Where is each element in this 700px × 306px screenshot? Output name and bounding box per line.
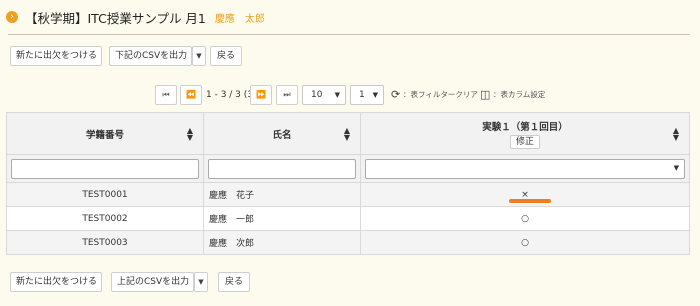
page-header: › 【秋学期】ITC授業サンプル 月1 慶應 太郎 xyxy=(6,8,265,26)
caret-down-icon: ▼ xyxy=(334,91,340,99)
column-title: 実験１（第１回目） xyxy=(482,121,568,133)
export-csv-dropdown[interactable]: ▼ xyxy=(194,272,208,292)
student-name-cell: 慶應 一郎 xyxy=(203,206,361,231)
caret-down-icon: ▼ xyxy=(198,278,204,286)
first-page-icon: ⏮ xyxy=(162,90,170,99)
column-settings-label[interactable]: ：表カラム設定 xyxy=(493,85,545,105)
table-row: TEST0002 慶應 一郎 ○ xyxy=(6,206,690,231)
student-name-cell: 慶應 次郎 xyxy=(203,230,361,255)
filter-clear-label[interactable]: ：表フィルタークリア xyxy=(403,85,478,105)
highlight-underline xyxy=(509,199,551,203)
column-title: 学籍番号 xyxy=(85,129,124,141)
experiment-filter-select[interactable]: ▼ xyxy=(365,158,685,179)
caret-down-icon: ▼ xyxy=(196,52,202,60)
column-header-experiment[interactable]: 実験１（第１回目） 修正 ▲ ▼ xyxy=(360,112,690,155)
student-id-cell: TEST0003 xyxy=(6,230,204,255)
add-attendance-button[interactable]: 新たに出欠をつける xyxy=(10,272,102,292)
pager-range: 1 - 3 / 3 (3) xyxy=(206,90,257,100)
page-title: 【秋学期】ITC授業サンプル 月1 xyxy=(25,10,206,26)
page-number-select[interactable]: 1 ▼ xyxy=(350,85,384,105)
prev-page-icon: ⏪ xyxy=(186,90,196,99)
filter-cell xyxy=(203,154,361,183)
student-id-filter-input[interactable] xyxy=(11,158,199,179)
header-divider xyxy=(8,34,690,35)
filter-cell: ▼ xyxy=(360,154,690,183)
column-header-student-id[interactable]: 学籍番号 ▲ ▼ xyxy=(6,112,204,155)
filter-cell xyxy=(6,154,204,183)
sort-icon[interactable]: ▲ ▼ xyxy=(187,126,193,141)
name-filter-input[interactable] xyxy=(208,158,356,179)
edit-button[interactable]: 修正 xyxy=(509,134,540,149)
export-csv-button[interactable]: 下記のCSVを出力 xyxy=(109,46,192,66)
student-id-cell: TEST0002 xyxy=(6,206,204,231)
attendance-mark: ○ xyxy=(521,237,529,248)
attendance-table: 学籍番号 ▲ ▼ 氏名 ▲ ▼ 実験１（第１回目） 修正 ▲ ▼ ▼ TEST0001… xyxy=(6,112,690,255)
attendance-mark: ○ xyxy=(521,213,529,224)
caret-down-icon: ▼ xyxy=(372,91,378,99)
back-button[interactable]: 戻る xyxy=(218,272,250,292)
page-number-value: 1 xyxy=(359,90,365,100)
export-csv-button[interactable]: 上記のCSVを出力 xyxy=(111,272,194,292)
page-size-value: 10 xyxy=(311,90,323,100)
attendance-mark: × xyxy=(521,189,529,200)
sort-icon[interactable]: ▲ ▼ xyxy=(344,126,350,141)
attendance-mark-cell[interactable]: × xyxy=(360,182,690,207)
pager: ⏮ ⏪ 1 - 3 / 3 (3) ⏩ ⏭ 10 ▼ 1 ▼ ⟳ ：表フィルター… xyxy=(0,85,700,105)
back-button[interactable]: 戻る xyxy=(210,46,242,66)
table-row: TEST0003 慶應 次郎 ○ xyxy=(6,230,690,255)
page-size-select[interactable]: 10 ▼ xyxy=(302,85,346,105)
chevron-right-circle-icon: › xyxy=(6,11,18,23)
user-name: 慶應 太郎 xyxy=(214,13,265,25)
add-attendance-button[interactable]: 新たに出欠をつける xyxy=(10,46,102,66)
next-page-icon: ⏩ xyxy=(256,90,266,99)
attendance-mark-cell[interactable]: ○ xyxy=(360,230,690,255)
column-header-name[interactable]: 氏名 ▲ ▼ xyxy=(203,112,361,155)
first-page-button[interactable]: ⏮ xyxy=(155,85,177,105)
last-page-button[interactable]: ⏭ xyxy=(276,85,298,105)
caret-down-icon: ▼ xyxy=(673,163,679,172)
last-page-icon: ⏭ xyxy=(283,90,291,99)
export-csv-dropdown[interactable]: ▼ xyxy=(192,46,206,66)
columns-icon[interactable]: ◫ xyxy=(480,85,490,105)
prev-page-button[interactable]: ⏪ xyxy=(180,85,202,105)
table-row: TEST0001 慶應 花子 × xyxy=(6,182,690,207)
student-name-cell: 慶應 花子 xyxy=(203,182,361,207)
refresh-icon[interactable]: ⟳ xyxy=(391,85,400,105)
attendance-mark-cell[interactable]: ○ xyxy=(360,206,690,231)
student-id-cell: TEST0001 xyxy=(6,182,204,207)
filter-row: ▼ xyxy=(6,154,690,183)
next-page-button[interactable]: ⏩ xyxy=(250,85,272,105)
sort-icon[interactable]: ▲ ▼ xyxy=(673,126,679,141)
column-title: 氏名 xyxy=(272,129,292,141)
